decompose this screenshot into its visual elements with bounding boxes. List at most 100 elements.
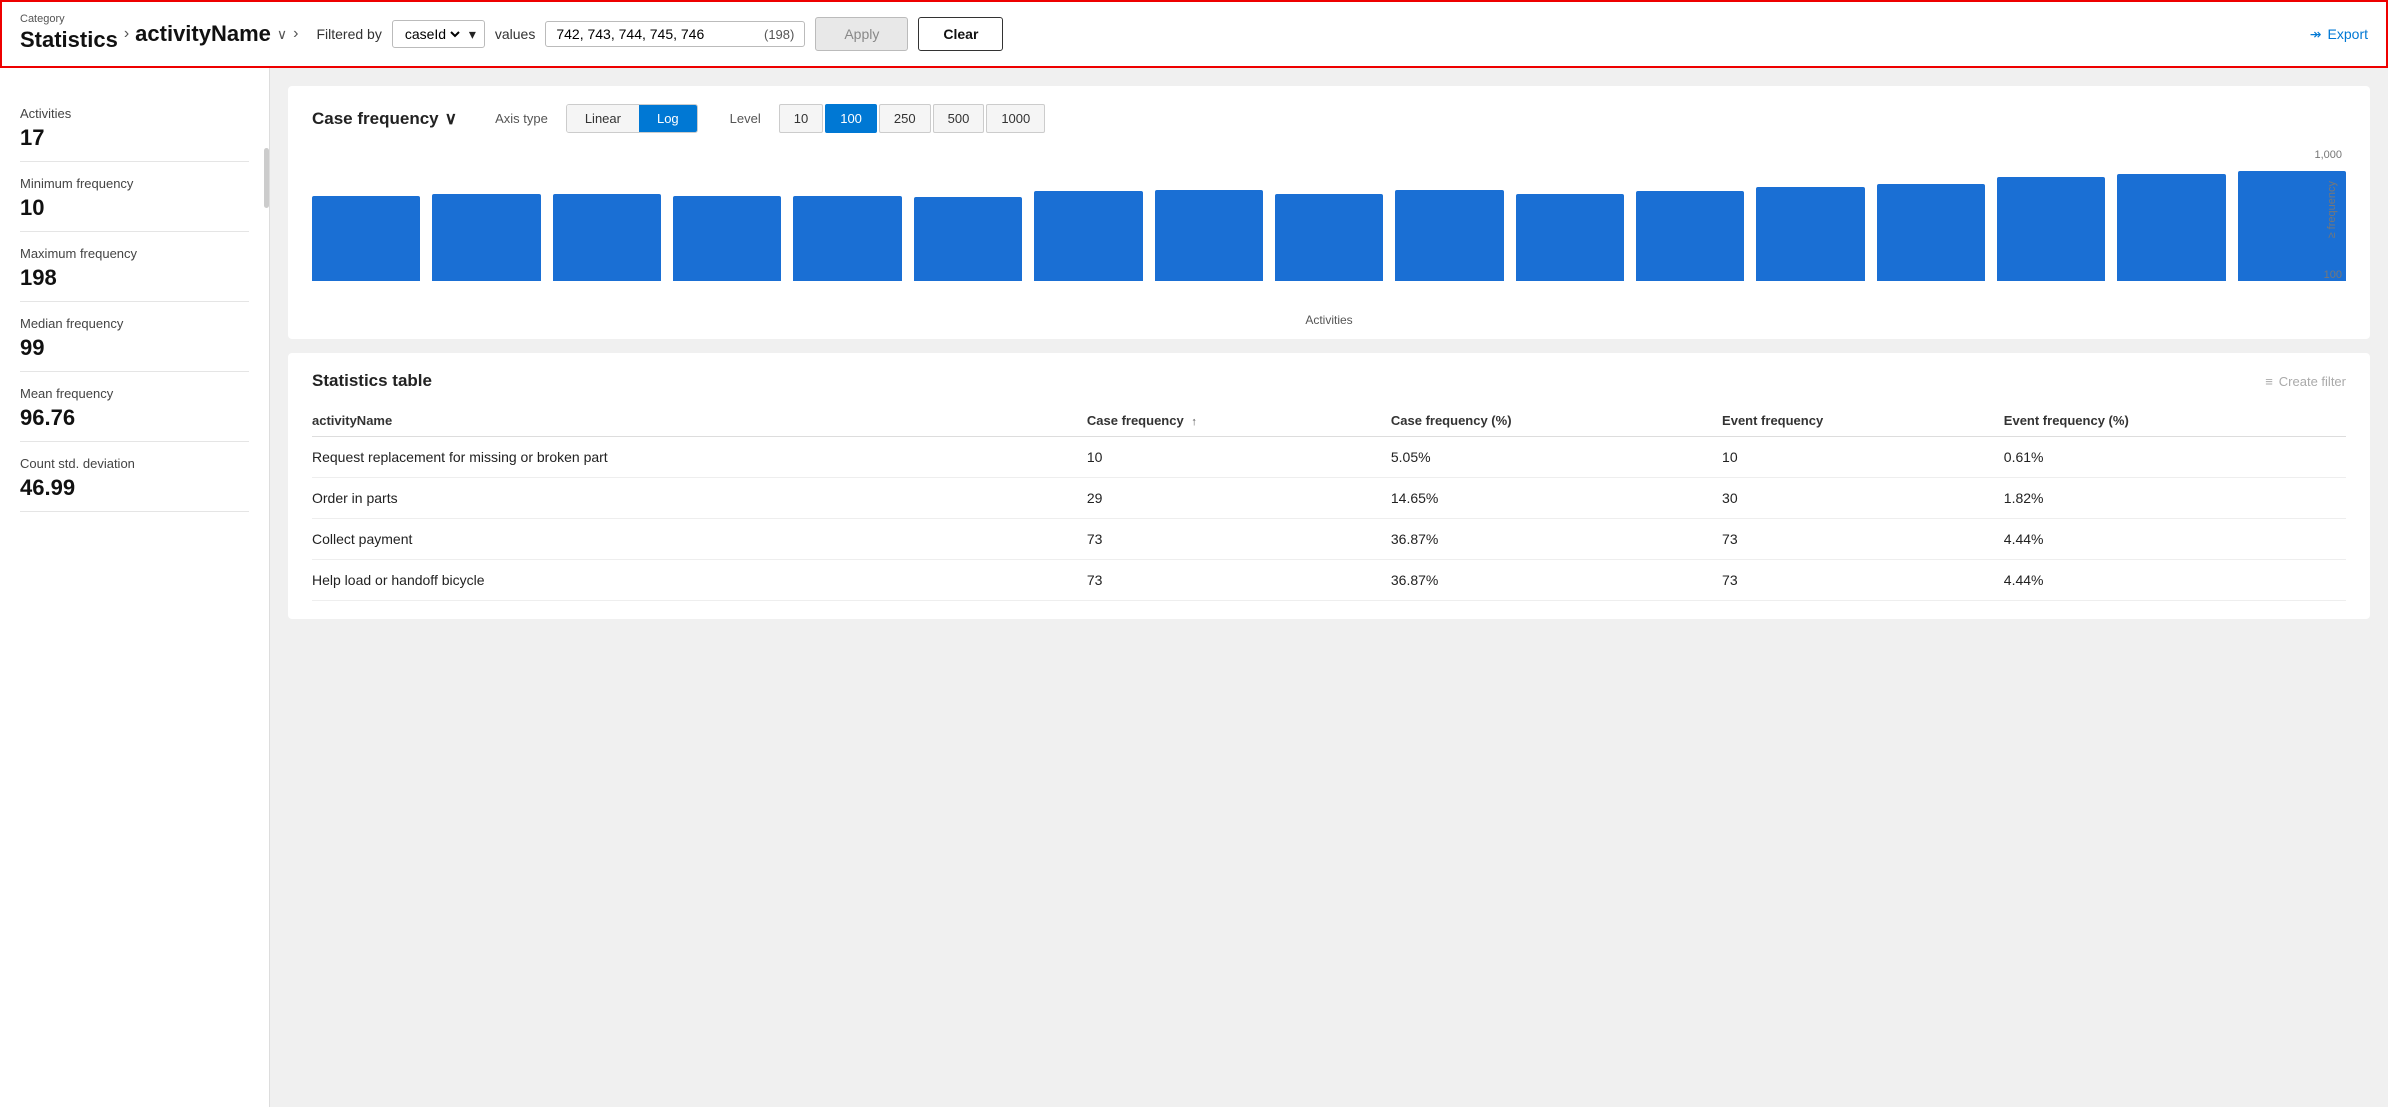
axis-type-label: Axis type bbox=[495, 111, 548, 126]
cell-case_frequency_pct: 36.87% bbox=[1391, 519, 1722, 560]
bar-12[interactable] bbox=[1756, 187, 1864, 281]
cell-case_frequency_pct: 5.05% bbox=[1391, 437, 1722, 478]
cell-activityName: Help load or handoff bicycle bbox=[312, 560, 1087, 601]
cell-case_frequency: 73 bbox=[1087, 519, 1391, 560]
bar-col-10 bbox=[1516, 194, 1624, 281]
bar-col-2 bbox=[553, 194, 661, 281]
bar-15[interactable] bbox=[2117, 174, 2225, 281]
table-title: Statistics table bbox=[312, 371, 432, 391]
level-250-button[interactable]: 250 bbox=[879, 104, 931, 133]
table-header: activityName Case frequency ↑ Case frequ… bbox=[312, 405, 2346, 437]
cell-event_frequency: 30 bbox=[1722, 478, 2004, 519]
values-input-wrap[interactable]: (198) bbox=[545, 21, 805, 47]
breadcrumb-activity[interactable]: activityName bbox=[135, 21, 271, 47]
bar-9[interactable] bbox=[1395, 190, 1503, 281]
clear-button[interactable]: Clear bbox=[918, 17, 1003, 51]
bar-col-15 bbox=[2117, 174, 2225, 281]
axis-type-buttons: Linear Log bbox=[566, 104, 698, 133]
stat-mean-freq-label: Mean frequency bbox=[20, 386, 249, 401]
table-row: Order in parts2914.65%301.82% bbox=[312, 478, 2346, 519]
activity-dropdown-icon[interactable]: ∨ bbox=[277, 26, 287, 43]
stat-median-freq-label: Median frequency bbox=[20, 316, 249, 331]
create-filter-button[interactable]: ≡ Create filter bbox=[2265, 374, 2346, 389]
bar-col-4 bbox=[793, 196, 901, 281]
export-button[interactable]: ↠ Export bbox=[2310, 26, 2368, 43]
chart-header: Case frequency ∨ Axis type Linear Log Le… bbox=[312, 104, 2346, 133]
cell-activityName: Collect payment bbox=[312, 519, 1087, 560]
export-label: Export bbox=[2328, 26, 2368, 42]
col-activity-name[interactable]: activityName bbox=[312, 405, 1087, 437]
chart-title: Case frequency ∨ bbox=[312, 109, 457, 129]
bar-6[interactable] bbox=[1034, 191, 1142, 281]
bar-1[interactable] bbox=[432, 194, 540, 281]
stat-min-freq-value: 10 bbox=[20, 195, 249, 221]
chart-panel: Case frequency ∨ Axis type Linear Log Le… bbox=[288, 86, 2370, 339]
col-case-freq-pct[interactable]: Case frequency (%) bbox=[1391, 405, 1722, 437]
sidebar: Activities 17 Minimum frequency 10 Maxim… bbox=[0, 68, 270, 1107]
x-axis-label: Activities bbox=[312, 313, 2346, 327]
filter-icon: ≡ bbox=[2265, 374, 2273, 389]
bar-2[interactable] bbox=[553, 194, 661, 281]
stat-std-dev: Count std. deviation 46.99 bbox=[20, 442, 249, 512]
filter-field-select-wrap[interactable]: caseId ▾ bbox=[392, 20, 485, 48]
cell-case_frequency: 29 bbox=[1087, 478, 1391, 519]
cell-case_frequency: 10 bbox=[1087, 437, 1391, 478]
stat-activities-value: 17 bbox=[20, 125, 249, 151]
bar-14[interactable] bbox=[1997, 177, 2105, 281]
table-row: Request replacement for missing or broke… bbox=[312, 437, 2346, 478]
bar-3[interactable] bbox=[673, 196, 781, 281]
breadcrumb-statistics[interactable]: Statistics bbox=[20, 27, 118, 53]
stat-std-dev-label: Count std. deviation bbox=[20, 456, 249, 471]
filter-field-select[interactable]: caseId bbox=[401, 25, 463, 43]
level-1000-button[interactable]: 1000 bbox=[986, 104, 1045, 133]
stat-median-freq-value: 99 bbox=[20, 335, 249, 361]
bar-10[interactable] bbox=[1516, 194, 1624, 281]
export-icon: ↠ bbox=[2310, 26, 2322, 43]
bar-col-12 bbox=[1756, 187, 1864, 281]
category-label: Category bbox=[20, 13, 118, 25]
main-layout: Activities 17 Minimum frequency 10 Maxim… bbox=[0, 68, 2388, 1107]
stat-activities-label: Activities bbox=[20, 106, 249, 121]
bar-col-5 bbox=[914, 197, 1022, 281]
breadcrumb-separator-2: › bbox=[293, 25, 298, 43]
cell-event_frequency_pct: 1.82% bbox=[2004, 478, 2346, 519]
statistics-table: activityName Case frequency ↑ Case frequ… bbox=[312, 405, 2346, 601]
col-event-freq[interactable]: Event frequency bbox=[1722, 405, 2004, 437]
bar-col-0 bbox=[312, 196, 420, 281]
cell-event_frequency: 10 bbox=[1722, 437, 2004, 478]
bar-7[interactable] bbox=[1155, 190, 1263, 281]
apply-button[interactable]: Apply bbox=[815, 17, 908, 51]
level-100-button[interactable]: 100 bbox=[825, 104, 877, 133]
stat-mean-freq: Mean frequency 96.76 bbox=[20, 372, 249, 442]
values-count: (198) bbox=[764, 27, 794, 42]
values-input[interactable] bbox=[556, 26, 756, 42]
bar-5[interactable] bbox=[914, 197, 1022, 281]
y-axis-title: ≥ frequency bbox=[2326, 181, 2338, 238]
cell-activityName: Order in parts bbox=[312, 478, 1087, 519]
bar-0[interactable] bbox=[312, 196, 420, 281]
level-buttons: 10 100 250 500 1000 bbox=[779, 104, 1046, 133]
cell-case_frequency_pct: 14.65% bbox=[1391, 478, 1722, 519]
col-event-freq-pct[interactable]: Event frequency (%) bbox=[2004, 405, 2346, 437]
axis-linear-button[interactable]: Linear bbox=[567, 105, 639, 132]
chart-title-chevron-icon[interactable]: ∨ bbox=[445, 109, 457, 129]
table-row: Help load or handoff bicycle7336.87%734.… bbox=[312, 560, 2346, 601]
cell-event_frequency_pct: 0.61% bbox=[2004, 437, 2346, 478]
stat-std-dev-value: 46.99 bbox=[20, 475, 249, 501]
bar-8[interactable] bbox=[1275, 194, 1383, 281]
stat-max-freq-label: Maximum frequency bbox=[20, 246, 249, 261]
bar-13[interactable] bbox=[1877, 184, 1985, 281]
cell-event_frequency_pct: 4.44% bbox=[2004, 560, 2346, 601]
content-area: Case frequency ∨ Axis type Linear Log Le… bbox=[270, 68, 2388, 1107]
scroll-indicator[interactable] bbox=[264, 148, 269, 208]
level-500-button[interactable]: 500 bbox=[933, 104, 985, 133]
cell-case_frequency_pct: 36.87% bbox=[1391, 560, 1722, 601]
cell-event_frequency_pct: 4.44% bbox=[2004, 519, 2346, 560]
bar-4[interactable] bbox=[793, 196, 901, 281]
bar-11[interactable] bbox=[1636, 191, 1744, 281]
level-10-button[interactable]: 10 bbox=[779, 104, 823, 133]
axis-log-button[interactable]: Log bbox=[639, 105, 697, 132]
bar-col-1 bbox=[432, 194, 540, 281]
col-case-freq[interactable]: Case frequency ↑ bbox=[1087, 405, 1391, 437]
create-filter-label: Create filter bbox=[2279, 374, 2346, 389]
